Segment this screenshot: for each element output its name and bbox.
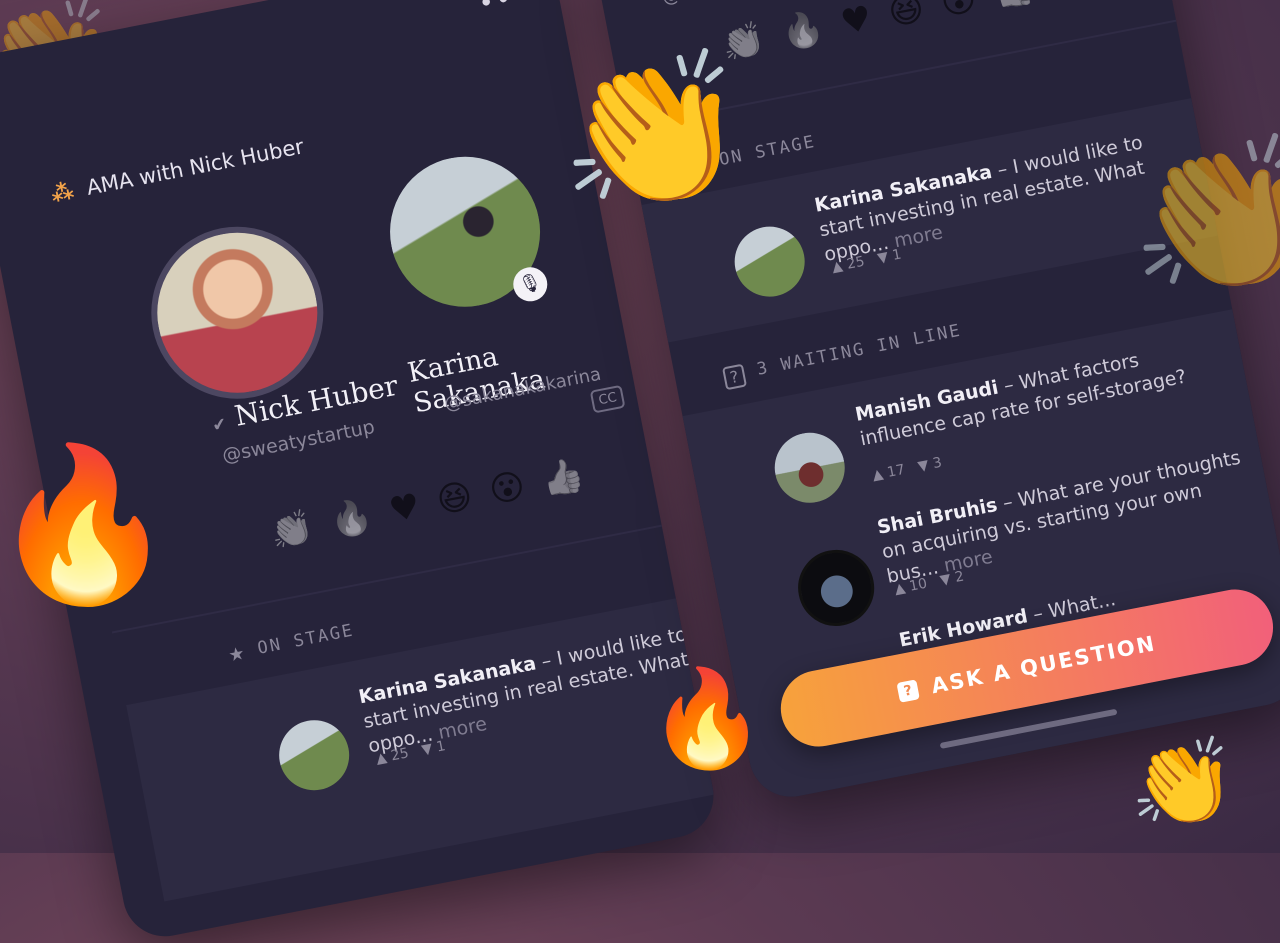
app-logo: ⁂ bbox=[49, 178, 77, 208]
upvote-icon[interactable]: ▲ bbox=[830, 258, 844, 276]
star-icon: ★ bbox=[226, 642, 247, 667]
app-title: AMA with Nick Huber bbox=[84, 134, 306, 200]
upvote-count: 25 bbox=[389, 745, 411, 765]
clap-emoji-bottom-right: 👏 bbox=[1130, 733, 1236, 832]
heart-icon[interactable]: ♥ bbox=[837, 0, 875, 43]
downvote-icon[interactable]: ▼ bbox=[420, 741, 434, 759]
upvote-icon[interactable]: ▲ bbox=[893, 580, 907, 598]
host-handle-partial: @sweatystartup bbox=[660, 0, 808, 8]
question-bubble-icon: ? bbox=[896, 679, 920, 703]
clap-emoji-right: 👏 bbox=[1130, 128, 1280, 302]
thumbs-up-icon[interactable]: 👍 bbox=[990, 0, 1039, 14]
downvote-icon[interactable]: ▼ bbox=[876, 249, 890, 267]
downvote-icon[interactable]: ▼ bbox=[916, 457, 930, 475]
wow-icon[interactable]: 😮 bbox=[938, 0, 980, 24]
heart-icon[interactable]: ♥ bbox=[386, 486, 424, 531]
verified-icon: ✔ bbox=[210, 414, 229, 437]
on-stage-label: ON STAGE bbox=[255, 620, 356, 659]
host-avatar-nick bbox=[136, 211, 339, 414]
fire-emoji-left: 🔥 bbox=[0, 438, 177, 612]
clap-emoji-center: 👏 bbox=[560, 43, 747, 217]
thumbs-up-icon[interactable]: 👍 bbox=[538, 454, 587, 501]
upvote-count: 25 bbox=[845, 253, 866, 273]
fire-emoji-center: 🔥 bbox=[648, 664, 767, 774]
laugh-icon[interactable]: 😆 bbox=[885, 0, 927, 34]
closed-captions-button[interactable]: CC bbox=[589, 384, 626, 414]
reaction-bar: 👏 🔥 ♥ 😆 😮 👍 bbox=[267, 454, 587, 554]
wow-icon[interactable]: 😮 bbox=[486, 465, 528, 511]
question-queue-icon: ? bbox=[722, 363, 747, 391]
laugh-icon[interactable]: 😆 bbox=[433, 476, 475, 522]
fire-icon[interactable]: 🔥 bbox=[327, 495, 376, 542]
upvote-icon[interactable]: ▲ bbox=[375, 750, 389, 768]
upvote-count: 17 bbox=[885, 461, 907, 481]
upvote-count: 10 bbox=[908, 575, 929, 595]
upvote-icon[interactable]: ▲ bbox=[871, 466, 885, 484]
clap-icon[interactable]: 👏 bbox=[267, 507, 316, 554]
more-dots-icon[interactable]: ••• bbox=[476, 0, 533, 20]
downvote-icon[interactable]: ▼ bbox=[939, 571, 953, 589]
fire-icon[interactable]: 🔥 bbox=[778, 7, 827, 54]
